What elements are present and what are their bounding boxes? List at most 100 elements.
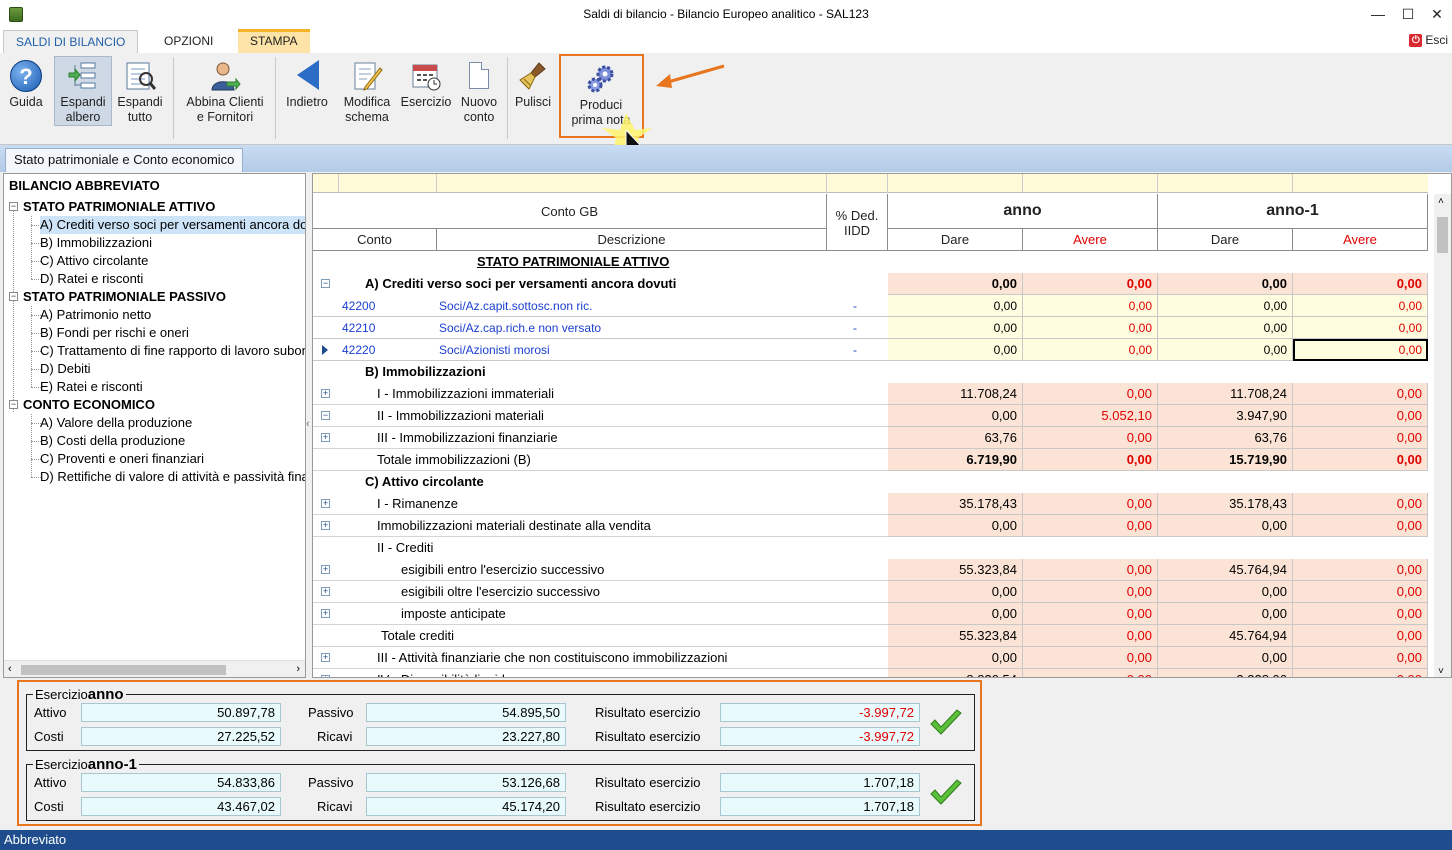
table-row[interactable]: + I - Rimanenze 35.178,43 0,00 35.178,43 0,00: [313, 493, 1428, 515]
close-button[interactable]: ✕: [1422, 4, 1452, 24]
table-row[interactable]: + I - Immobilizzazioni immateriali 11.708,…: [313, 383, 1428, 405]
row-value[interactable]: 0,00: [1158, 515, 1293, 537]
row-value[interactable]: 0,00: [1023, 559, 1158, 581]
table-row[interactable]: C) Attivo circolante: [313, 471, 1428, 493]
row-value[interactable]: 0,00: [1023, 449, 1158, 471]
tab-stato-patrimoniale[interactable]: Stato patrimoniale e Conto economico: [5, 148, 244, 172]
row-value[interactable]: 0,00: [1293, 273, 1428, 295]
row-conto[interactable]: 42220: [342, 339, 375, 361]
tree-item-passivo-c[interactable]: C) Trattamento di fine rapporto di lavor…: [40, 342, 305, 360]
row-value[interactable]: 45.764,94: [1158, 625, 1293, 647]
table-row[interactable]: + Immobilizzazioni materiali destinate al…: [313, 515, 1428, 537]
row-label[interactable]: Soci/Az.capit.sottosc.non ric.: [439, 295, 592, 317]
row-value[interactable]: 0,00: [888, 603, 1023, 625]
row-value[interactable]: 0,00: [1023, 581, 1158, 603]
abbina-clienti-button[interactable]: Abbina Clienti e Fornitori: [179, 58, 271, 125]
header-dare-anno1[interactable]: Dare: [1158, 229, 1293, 251]
table-row[interactable]: Totale immobilizzazioni (B) 6.719,90 0,00 1…: [313, 449, 1428, 471]
table-row[interactable]: + esigibili oltre l'esercizio successivo 0…: [313, 581, 1428, 603]
espandi-albero-button[interactable]: Espandi albero: [54, 56, 112, 126]
scroll-thumb[interactable]: [1437, 217, 1448, 253]
row-value[interactable]: 0,00: [1293, 427, 1428, 449]
tree-collapse-icon[interactable]: −: [9, 202, 18, 211]
row-value[interactable]: 0,00: [1023, 273, 1158, 295]
header-avere-anno1[interactable]: Avere: [1293, 229, 1428, 251]
row-value[interactable]: 0,00: [1158, 581, 1293, 603]
tree-node-passivo[interactable]: STATO PATRIMONIALE PASSIVO: [23, 288, 226, 306]
row-value[interactable]: 0,00: [1293, 493, 1428, 515]
tab-opzioni[interactable]: OPZIONI: [152, 30, 225, 53]
table-row[interactable]: 42220 Soci/Azionisti morosi -0,00 0,00 0,00 0…: [313, 339, 1428, 361]
row-value[interactable]: 6.719,90: [888, 449, 1023, 471]
maximize-button[interactable]: ☐: [1393, 4, 1423, 24]
expand-icon[interactable]: +: [321, 433, 330, 442]
scroll-up-icon[interactable]: ˄: [1438, 196, 1444, 207]
row-value[interactable]: 55.323,84: [888, 559, 1023, 581]
tree-item-attivo-d[interactable]: D) Ratei e risconti: [40, 270, 143, 288]
filter-row[interactable]: [313, 174, 1428, 193]
row-value[interactable]: 0,00: [888, 295, 1023, 317]
tree-horizontal-scrollbar[interactable]: ‹ ›: [4, 660, 305, 677]
minimize-button[interactable]: —: [1363, 4, 1393, 24]
tree-item-ce-b[interactable]: B) Costi della produzione: [40, 432, 185, 450]
tree-item-attivo-a[interactable]: A) Crediti verso soci per versamenti anc…: [40, 216, 305, 234]
table-row[interactable]: 42210 Soci/Az.cap.rich.e non versato - 0,00…: [313, 317, 1428, 339]
table-row[interactable]: + III - Immobilizzazioni finanziarie 63,76…: [313, 427, 1428, 449]
tree-item-ce-a[interactable]: A) Valore della produzione: [40, 414, 192, 432]
row-value[interactable]: 0,00: [888, 581, 1023, 603]
tab-saldi-di-bilancio[interactable]: SALDI DI BILANCIO: [3, 30, 139, 53]
tree-item-passivo-d[interactable]: D) Debiti: [40, 360, 91, 378]
row-value[interactable]: 0,00: [1158, 603, 1293, 625]
row-value[interactable]: 0,00: [1023, 317, 1158, 339]
row-label[interactable]: Soci/Az.cap.rich.e non versato: [439, 317, 601, 339]
header-anno-1[interactable]: anno-1: [1158, 194, 1428, 229]
row-value[interactable]: 0,00: [888, 339, 1023, 361]
row-value[interactable]: 63,76: [1158, 427, 1293, 449]
row-value[interactable]: 0,00: [888, 515, 1023, 537]
tree-item-passivo-b[interactable]: B) Fondi per rischi e oneri: [40, 324, 189, 342]
expand-icon[interactable]: +: [321, 521, 330, 530]
row-value[interactable]: 45.764,94: [1158, 559, 1293, 581]
tree-collapse-icon[interactable]: −: [9, 400, 18, 409]
table-row[interactable]: + imposte anticipate 0,00 0,00 0,00 0,00: [313, 603, 1428, 625]
header-avere-anno[interactable]: Avere: [1023, 229, 1158, 251]
row-value[interactable]: 0,00: [1023, 339, 1158, 361]
row-value[interactable]: 11.708,24: [1158, 383, 1293, 405]
row-value[interactable]: 63,76: [888, 427, 1023, 449]
row-value[interactable]: 0,00: [888, 273, 1023, 295]
espandi-tutto-button[interactable]: Espandi tutto: [112, 58, 168, 125]
row-value[interactable]: 0,00: [1293, 559, 1428, 581]
row-value[interactable]: 0,00: [1293, 383, 1428, 405]
pulisci-button[interactable]: Pulisci: [511, 58, 555, 110]
row-value[interactable]: 35.178,43: [888, 493, 1023, 515]
row-value[interactable]: 0,00: [1023, 493, 1158, 515]
row-value[interactable]: 0,00: [888, 647, 1023, 669]
tree-node-ce[interactable]: CONTO ECONOMICO: [23, 396, 155, 414]
row-value[interactable]: 2.228,06: [1158, 669, 1293, 677]
row-value[interactable]: 0,00: [1293, 603, 1428, 625]
esercizio-button[interactable]: Esercizio: [396, 58, 456, 110]
row-value[interactable]: 0,00: [1158, 295, 1293, 317]
esci-button[interactable]: ⏻ Esci: [1409, 33, 1448, 47]
tree-item-ce-c[interactable]: C) Proventi e oneri finanziari: [40, 450, 204, 468]
tree-item-passivo-a[interactable]: A) Patrimonio netto: [40, 306, 151, 324]
header-conto-gb[interactable]: Conto GB: [313, 194, 827, 229]
row-value[interactable]: 0,00: [1293, 647, 1428, 669]
row-value[interactable]: 0,00: [1293, 339, 1428, 361]
tree-root[interactable]: BILANCIO ABBREVIATO: [9, 177, 160, 195]
row-value[interactable]: 0,00: [1293, 449, 1428, 471]
row-value[interactable]: 3.947,90: [1158, 405, 1293, 427]
row-value[interactable]: 0,00: [1293, 405, 1428, 427]
row-value[interactable]: 0,00: [1023, 383, 1158, 405]
row-label[interactable]: Soci/Azionisti morosi: [439, 339, 550, 361]
row-value[interactable]: 0,00: [1023, 625, 1158, 647]
row-value[interactable]: 5.052,10: [1023, 405, 1158, 427]
header-descrizione[interactable]: Descrizione: [437, 229, 827, 251]
table-row[interactable]: Totale crediti 55.323,84 0,00 45.764,94 0,00: [313, 625, 1428, 647]
scroll-right-icon[interactable]: ›: [296, 661, 300, 677]
nuovo-conto-button[interactable]: Nuovo conto: [456, 58, 502, 125]
row-value[interactable]: 0,00: [1293, 317, 1428, 339]
row-value[interactable]: 35.178,43: [1158, 493, 1293, 515]
row-value[interactable]: 0,00: [1158, 339, 1293, 361]
collapse-icon[interactable]: −: [321, 279, 330, 288]
